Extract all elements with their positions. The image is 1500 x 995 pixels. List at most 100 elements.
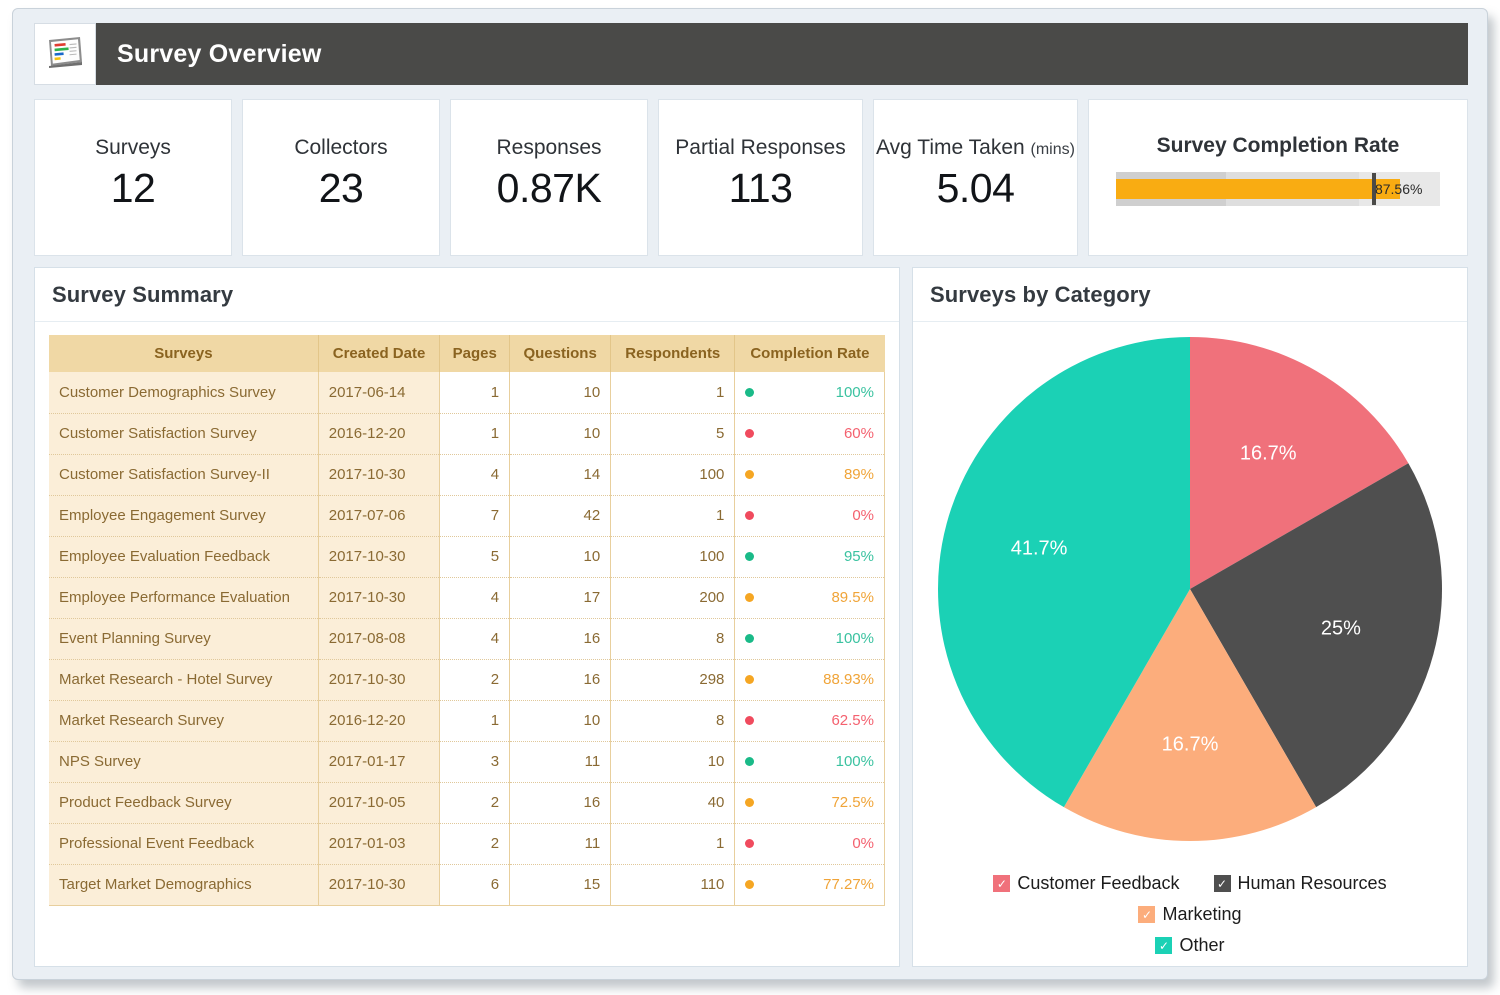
cell-survey-name: Product Feedback Survey: [49, 782, 318, 823]
table-row[interactable]: NPS Survey2017-01-1731110100%: [49, 741, 885, 782]
completion-rate-value: 95%: [762, 548, 874, 565]
cell-survey-name: Customer Demographics Survey: [49, 372, 318, 413]
cell-respondents: 1: [611, 823, 735, 864]
completion-rate-cell: 100%: [745, 630, 874, 647]
cell-respondents: 10: [611, 741, 735, 782]
completion-rate-value: 100%: [762, 630, 874, 647]
column-header-respondents[interactable]: Respondents: [611, 335, 735, 372]
table-row[interactable]: Product Feedback Survey2017-10-052164072…: [49, 782, 885, 823]
legend-checkbox-icon[interactable]: ✓: [1214, 875, 1231, 892]
cell-pages: 5: [440, 536, 510, 577]
legend-checkbox-icon[interactable]: ✓: [1138, 906, 1155, 923]
table-row[interactable]: Employee Engagement Survey2017-07-067421…: [49, 495, 885, 536]
cell-created-date: 2016-12-20: [318, 700, 440, 741]
cell-respondents: 200: [611, 577, 735, 618]
completion-rate-value: 0%: [762, 507, 874, 524]
surveys-by-category-title: Surveys by Category: [930, 282, 1151, 308]
pie-chart: 16.7%25%16.7%41.7%: [935, 334, 1445, 844]
completion-rate-value: 72.5%: [762, 794, 874, 811]
cell-created-date: 2017-08-08: [318, 618, 440, 659]
table-row[interactable]: Employee Evaluation Feedback2017-10-3051…: [49, 536, 885, 577]
cell-respondents: 8: [611, 618, 735, 659]
cell-questions: 10: [510, 372, 611, 413]
survey-summary-thead: Surveys Created Date Pages Questions Res…: [49, 335, 885, 372]
completion-rate-cell: 62.5%: [745, 712, 874, 729]
legend-item-customer-feedback[interactable]: ✓ Customer Feedback: [993, 873, 1179, 894]
table-row[interactable]: Customer Satisfaction Survey2016-12-2011…: [49, 413, 885, 454]
title-bar-main: Survey Overview: [96, 23, 1468, 85]
kpi-label-avg-time-taken: Avg Time Taken (mins): [876, 136, 1075, 160]
status-dot-red: [745, 429, 754, 438]
legend-item-other[interactable]: ✓ Other: [1155, 935, 1224, 956]
completion-rate-value: 100%: [762, 753, 874, 770]
table-row[interactable]: Market Research - Hotel Survey2017-10-30…: [49, 659, 885, 700]
legend-row-2: ✓ Other: [937, 935, 1443, 956]
legend-checkbox-icon[interactable]: ✓: [993, 875, 1010, 892]
cell-created-date: 2017-01-03: [318, 823, 440, 864]
cell-respondents: 100: [611, 454, 735, 495]
kpi-label-avg-time-taken-unit: (mins): [1031, 141, 1075, 158]
cell-respondents: 5: [611, 413, 735, 454]
table-row[interactable]: Employee Performance Evaluation2017-10-3…: [49, 577, 885, 618]
pie-label-marketing: 16.7%: [1162, 734, 1219, 757]
status-dot-orange: [745, 798, 754, 807]
kpi-value-collectors: 23: [319, 165, 364, 212]
cell-questions: 10: [510, 700, 611, 741]
completion-rate-cell: 60%: [745, 425, 874, 442]
cell-completion-rate: 100%: [735, 372, 885, 413]
cell-survey-name: Customer Satisfaction Survey: [49, 413, 318, 454]
legend-item-marketing[interactable]: ✓Marketing: [1138, 904, 1241, 925]
completion-rate-gauge: 87.56%: [1116, 172, 1440, 206]
status-dot-red: [745, 511, 754, 520]
column-header-created-date[interactable]: Created Date: [318, 335, 440, 372]
status-dot-green: [745, 552, 754, 561]
column-header-surveys[interactable]: Surveys: [49, 335, 318, 372]
completion-rate-cell: 100%: [745, 753, 874, 770]
legend-label: Customer Feedback: [1017, 873, 1179, 894]
kpi-label-partial-responses-text: Partial Responses: [675, 136, 845, 159]
table-row[interactable]: Customer Demographics Survey2017-06-1411…: [49, 372, 885, 413]
table-row[interactable]: Customer Satisfaction Survey-II2017-10-3…: [49, 454, 885, 495]
cell-pages: 2: [440, 823, 510, 864]
legend-item-human-resources[interactable]: ✓Human Resources: [1214, 873, 1387, 894]
table-row[interactable]: Target Market Demographics2017-10-306151…: [49, 864, 885, 905]
cell-questions: 11: [510, 741, 611, 782]
cell-survey-name: Professional Event Feedback: [49, 823, 318, 864]
survey-summary-tbody: Customer Demographics Survey2017-06-1411…: [49, 372, 885, 905]
status-dot-green: [745, 388, 754, 397]
completion-rate-cell: 89.5%: [745, 589, 874, 606]
cell-completion-rate: 100%: [735, 741, 885, 782]
table-row[interactable]: Event Planning Survey2017-08-084168100%: [49, 618, 885, 659]
cell-questions: 42: [510, 495, 611, 536]
table-row[interactable]: Professional Event Feedback2017-01-03211…: [49, 823, 885, 864]
cell-survey-name: NPS Survey: [49, 741, 318, 782]
kpi-label-responses: Responses: [496, 136, 601, 160]
cell-pages: 2: [440, 782, 510, 823]
legend-label: Other: [1179, 935, 1224, 956]
column-header-questions[interactable]: Questions: [510, 335, 611, 372]
cell-survey-name: Customer Satisfaction Survey-II: [49, 454, 318, 495]
cell-questions: 16: [510, 782, 611, 823]
legend-checkbox-icon[interactable]: ✓: [1155, 937, 1172, 954]
column-header-pages[interactable]: Pages: [440, 335, 510, 372]
pie-chart-svg[interactable]: [935, 334, 1445, 844]
cell-questions: 15: [510, 864, 611, 905]
cell-pages: 2: [440, 659, 510, 700]
surveys-by-category-body: 16.7%25%16.7%41.7% ✓Customer Feedback✓Hu…: [913, 322, 1467, 966]
surveys-by-category-header: Surveys by Category: [913, 268, 1467, 322]
cell-created-date: 2016-12-20: [318, 413, 440, 454]
completion-rate-value: 88.93%: [762, 671, 874, 688]
survey-summary-panel: Survey Summary Surveys Created Date Page…: [34, 267, 900, 967]
cell-created-date: 2017-01-17: [318, 741, 440, 782]
status-dot-orange: [745, 593, 754, 602]
cell-created-date: 2017-10-30: [318, 454, 440, 495]
cell-survey-name: Employee Engagement Survey: [49, 495, 318, 536]
table-row[interactable]: Market Research Survey2016-12-20110862.5…: [49, 700, 885, 741]
column-header-completion-rate[interactable]: Completion Rate: [735, 335, 885, 372]
pie-label-other: 41.7%: [1011, 537, 1068, 560]
pie-chart-area: 16.7%25%16.7%41.7%: [913, 322, 1467, 869]
cell-completion-rate: 95%: [735, 536, 885, 577]
cell-completion-rate: 0%: [735, 823, 885, 864]
cell-questions: 17: [510, 577, 611, 618]
cell-respondents: 8: [611, 700, 735, 741]
